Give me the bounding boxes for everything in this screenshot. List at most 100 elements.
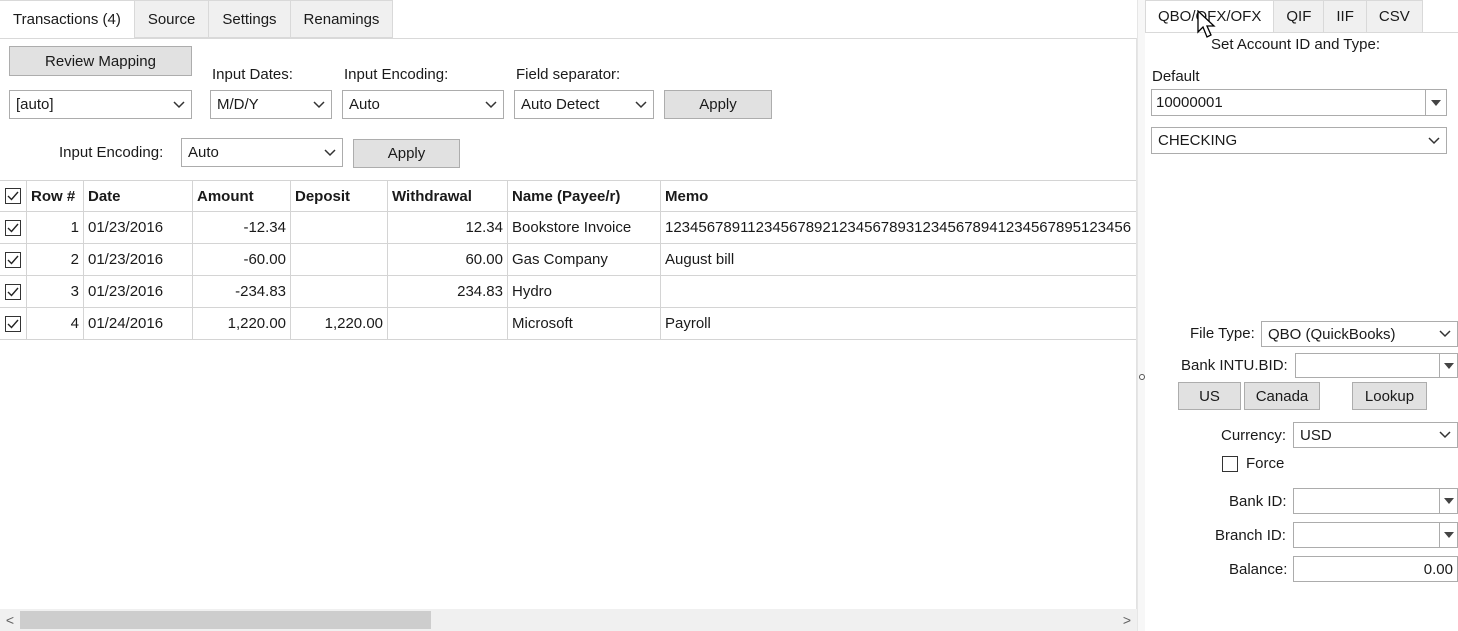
memo-cell[interactable]: Payroll — [661, 308, 1136, 339]
input-encoding-select[interactable]: Auto — [342, 90, 504, 119]
tab-transactions[interactable]: Transactions (4) — [0, 0, 135, 39]
amount-cell[interactable]: -12.34 — [193, 212, 291, 243]
default-label: Default — [1152, 68, 1200, 85]
name-cell[interactable]: Microsoft — [508, 308, 661, 339]
select-all-cell[interactable] — [0, 181, 27, 211]
tab-settings[interactable]: Settings — [209, 0, 291, 38]
chevron-down-icon — [173, 100, 185, 109]
tab-renamings[interactable]: Renamings — [290, 0, 394, 38]
pane-splitter[interactable] — [1137, 0, 1145, 631]
date-cell[interactable]: 01/23/2016 — [84, 276, 193, 307]
review-mapping-button[interactable]: Review Mapping — [9, 46, 192, 76]
check-icon[interactable] — [5, 251, 21, 268]
apply-secondary-button[interactable]: Apply — [353, 139, 460, 168]
us-button[interactable]: US — [1178, 382, 1241, 410]
force-checkbox[interactable] — [1222, 456, 1238, 472]
balance-field[interactable]: 0.00 — [1293, 556, 1458, 582]
check-icon[interactable] — [5, 283, 21, 300]
scrollbar-thumb[interactable] — [20, 611, 431, 629]
caret-down-icon[interactable] — [1425, 90, 1446, 115]
check-icon[interactable] — [5, 219, 21, 236]
tab-underline — [1145, 32, 1458, 33]
row-select-cell[interactable] — [0, 308, 27, 339]
table-row[interactable]: 2 01/23/2016 -60.00 60.00 Gas Company Au… — [0, 244, 1136, 276]
row-select-cell[interactable] — [0, 212, 27, 243]
amount-cell[interactable]: -234.83 — [193, 276, 291, 307]
row-number-cell: 2 — [27, 244, 84, 275]
profile-select[interactable]: [auto] — [9, 90, 192, 119]
caret-down-icon[interactable] — [1439, 354, 1457, 377]
input-dates-select[interactable]: M/D/Y — [210, 90, 332, 119]
column-header-row[interactable]: Row # — [27, 181, 84, 211]
chevron-down-icon — [1439, 431, 1451, 439]
apply-button[interactable]: Apply — [664, 90, 772, 119]
check-icon[interactable] — [5, 315, 21, 332]
caret-down-icon[interactable] — [1439, 523, 1457, 547]
date-cell[interactable]: 01/23/2016 — [84, 212, 193, 243]
balance-value[interactable]: 0.00 — [1424, 561, 1453, 578]
row-number-cell: 4 — [27, 308, 84, 339]
row-select-cell[interactable] — [0, 244, 27, 275]
deposit-cell[interactable]: 1,220.00 — [291, 308, 388, 339]
withdrawal-cell[interactable]: 60.00 — [388, 244, 508, 275]
table-row[interactable]: 1 01/23/2016 -12.34 12.34 Bookstore Invo… — [0, 212, 1136, 244]
memo-cell[interactable]: August bill — [661, 244, 1136, 275]
canada-button[interactable]: Canada — [1244, 382, 1320, 410]
file-type-select[interactable]: QBO (QuickBooks) — [1261, 321, 1458, 347]
branch-id-combo[interactable] — [1293, 522, 1458, 548]
currency-value: USD — [1300, 426, 1332, 444]
column-header-memo[interactable]: Memo — [661, 181, 1136, 211]
bank-id-combo[interactable] — [1293, 488, 1458, 514]
name-cell[interactable]: Hydro — [508, 276, 661, 307]
account-heading: Set Account ID and Type: — [1211, 36, 1380, 53]
column-header-name[interactable]: Name (Payee/r) — [508, 181, 661, 211]
lookup-button[interactable]: Lookup — [1352, 382, 1427, 410]
currency-select[interactable]: USD — [1293, 422, 1458, 448]
account-id-combo[interactable]: 10000001 — [1151, 89, 1447, 116]
row-number-cell: 1 — [27, 212, 84, 243]
bank-intu-bid-combo[interactable] — [1295, 353, 1458, 378]
withdrawal-cell[interactable]: 234.83 — [388, 276, 508, 307]
amount-cell[interactable]: -60.00 — [193, 244, 291, 275]
tab-csv[interactable]: CSV — [1366, 0, 1423, 33]
scroll-left-arrow[interactable]: < — [0, 609, 20, 631]
check-icon[interactable] — [5, 188, 21, 204]
input-encoding-label: Input Encoding: — [344, 66, 449, 83]
column-header-withdrawal[interactable]: Withdrawal — [388, 181, 508, 211]
amount-cell[interactable]: 1,220.00 — [193, 308, 291, 339]
chevron-down-icon — [313, 100, 325, 109]
chevron-down-icon — [324, 148, 336, 157]
memo-cell[interactable] — [661, 276, 1136, 307]
column-header-amount[interactable]: Amount — [193, 181, 291, 211]
table-row[interactable]: 4 01/24/2016 1,220.00 1,220.00 Microsoft… — [0, 308, 1136, 340]
name-cell[interactable]: Gas Company — [508, 244, 661, 275]
column-header-date[interactable]: Date — [84, 181, 193, 211]
transactions-grid: Row # Date Amount Deposit Withdrawal Nam… — [0, 180, 1136, 340]
file-type-label: File Type: — [1190, 325, 1255, 342]
deposit-cell[interactable] — [291, 244, 388, 275]
date-cell[interactable]: 01/23/2016 — [84, 244, 193, 275]
deposit-cell[interactable] — [291, 212, 388, 243]
tab-iif[interactable]: IIF — [1324, 0, 1367, 33]
withdrawal-cell[interactable]: 12.34 — [388, 212, 508, 243]
row-select-cell[interactable] — [0, 276, 27, 307]
scroll-right-arrow[interactable]: > — [1117, 609, 1137, 631]
account-type-select[interactable]: CHECKING — [1151, 127, 1447, 154]
horizontal-scrollbar[interactable]: < > — [0, 609, 1137, 631]
profile-select-value: [auto] — [16, 96, 54, 113]
table-row[interactable]: 3 01/23/2016 -234.83 234.83 Hydro — [0, 276, 1136, 308]
chevron-down-icon — [1428, 136, 1440, 145]
deposit-cell[interactable] — [291, 276, 388, 307]
withdrawal-cell[interactable] — [388, 308, 508, 339]
caret-down-icon[interactable] — [1439, 489, 1457, 513]
date-cell[interactable]: 01/24/2016 — [84, 308, 193, 339]
account-id-value[interactable]: 10000001 — [1156, 94, 1223, 111]
column-header-deposit[interactable]: Deposit — [291, 181, 388, 211]
field-separator-select[interactable]: Auto Detect — [514, 90, 654, 119]
export-format-tabs: QBO/QFX/OFX QIF IIF CSV — [1145, 0, 1423, 33]
memo-cell[interactable]: 1234567891123456789212345678931234567894… — [661, 212, 1136, 243]
tab-source[interactable]: Source — [134, 0, 210, 38]
tab-qif[interactable]: QIF — [1274, 0, 1325, 33]
input-encoding-secondary-select[interactable]: Auto — [181, 138, 343, 167]
name-cell[interactable]: Bookstore Invoice — [508, 212, 661, 243]
